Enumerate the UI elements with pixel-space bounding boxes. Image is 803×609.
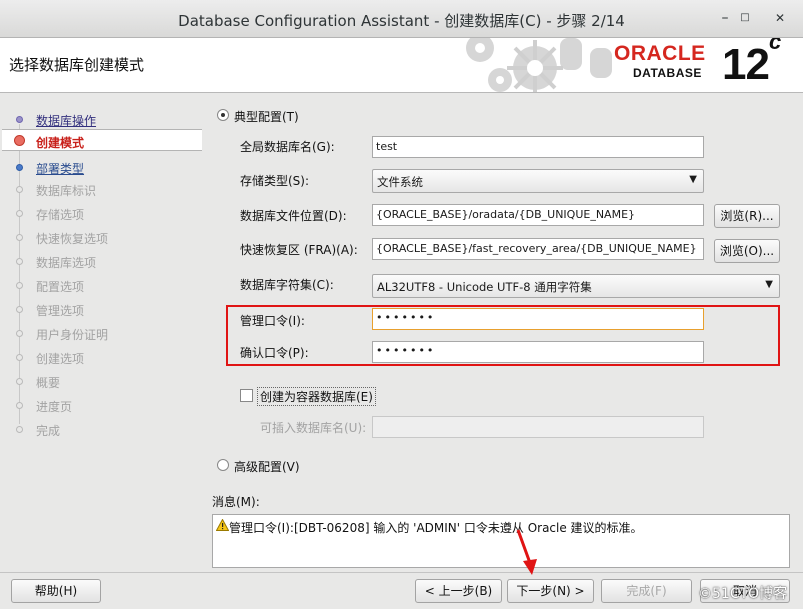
header-banner: 选择数据库创建模式 ORACLE DATABASE 12c — [0, 38, 803, 93]
step-pending-icon — [16, 234, 23, 241]
steps-sidebar: 数据库操作 创建模式 部署类型 数据库标识 存储选项 快速恢复选项 数据库选项 … — [2, 98, 202, 568]
step-pending-icon — [16, 186, 23, 193]
step-pending-icon — [16, 402, 23, 409]
fra-label: 快速恢复区 (FRA)(A): — [240, 243, 358, 257]
sidebar-step-database-identification: 数据库标识 — [2, 178, 202, 200]
dropdown-arrow-icon: ▼ — [689, 174, 697, 185]
oracle-logo: ORACLE DATABASE — [614, 42, 706, 80]
typical-config-radio[interactable] — [217, 109, 229, 121]
sidebar-step-database-options: 数据库选项 — [2, 250, 202, 272]
annotation-arrow-icon — [516, 529, 537, 575]
sidebar-step-creation-options: 创建选项 — [2, 346, 202, 368]
step-label: 存储选项 — [36, 208, 85, 222]
maximize-button[interactable]: □ — [735, 8, 755, 28]
footer-divider — [0, 572, 803, 573]
global-db-name-input[interactable]: test — [372, 136, 704, 158]
pdb-name-input[interactable] — [372, 416, 704, 438]
storage-type-label: 存储类型(S): — [240, 174, 310, 188]
help-button[interactable]: 帮助(H) — [11, 579, 101, 603]
step-label: 创建模式 — [36, 136, 85, 150]
message-text: 管理口令(I):[DBT-06208] 输入的 'ADMIN' 口令未遵从 Or… — [229, 521, 643, 535]
sidebar-step-summary: 概要 — [2, 370, 202, 392]
sidebar-step-database-operation[interactable]: 数据库操作 — [2, 108, 202, 130]
sidebar-step-configuration-options: 配置选项 — [2, 274, 202, 296]
version-number: 12 — [722, 40, 770, 89]
gears-graphic-icon — [466, 38, 612, 92]
charset-label: 数据库字符集(C): — [240, 278, 334, 292]
confirm-password-input[interactable]: ••••••• — [372, 341, 704, 363]
sidebar-step-progress: 进度页 — [2, 394, 202, 416]
typical-config-label[interactable]: 典型配置(T) — [234, 108, 299, 125]
back-button[interactable]: < 上一步(B) — [415, 579, 502, 603]
db-file-location-input[interactable]: {ORACLE_BASE}/oradata/{DB_UNIQUE_NAME} — [372, 204, 704, 226]
version-badge: 12c — [722, 38, 781, 90]
admin-password-input[interactable]: ••••••• — [372, 308, 704, 330]
watermark: ©51CTO博客 — [698, 586, 788, 602]
step-label: 数据库标识 — [36, 184, 97, 198]
sidebar-step-finish: 完成 — [2, 418, 202, 440]
sidebar-step-user-credentials: 用户身份证明 — [2, 322, 202, 344]
step-label: 部署类型 — [36, 162, 85, 176]
step-label: 用户身份证明 — [36, 328, 109, 342]
step-pending-icon — [16, 306, 23, 313]
step-label: 进度页 — [36, 400, 73, 414]
sidebar-step-creation-mode[interactable]: 创建模式 — [2, 129, 202, 151]
sidebar-step-deployment-type[interactable]: 部署类型 — [2, 156, 202, 178]
step-pending-icon — [16, 258, 23, 265]
sidebar-step-management-options: 管理选项 — [2, 298, 202, 320]
minimize-button[interactable]: – — [715, 8, 735, 28]
step-done-icon — [16, 116, 23, 123]
sidebar-step-storage-options: 存储选项 — [2, 202, 202, 224]
step-label: 概要 — [36, 376, 61, 390]
db-file-location-label: 数据库文件位置(D): — [240, 209, 347, 223]
step-active-icon — [14, 135, 25, 146]
step-pending-icon — [16, 330, 23, 337]
charset-value: AL32UTF8 - Unicode UTF-8 通用字符集 — [377, 280, 592, 294]
charset-select[interactable]: AL32UTF8 - Unicode UTF-8 通用字符集 ▼ — [372, 274, 780, 298]
sidebar-step-fast-recovery: 快速恢复选项 — [2, 226, 202, 248]
step-label: 完成 — [36, 424, 61, 438]
pdb-name-label: 可插入数据库名(U): — [260, 421, 367, 435]
step-label: 创建选项 — [36, 352, 85, 366]
step-pending-icon — [16, 282, 23, 289]
dropdown-arrow-icon: ▼ — [765, 279, 773, 290]
browse-r-button[interactable]: 浏览(R)... — [714, 204, 780, 228]
storage-type-select[interactable]: 文件系统 ▼ — [372, 169, 704, 193]
main-panel: 典型配置(T) 全局数据库名(G): test 存储类型(S): 文件系统 ▼ … — [206, 98, 803, 568]
page-title: 选择数据库创建模式 — [9, 56, 145, 74]
window-title: Database Configuration Assistant - 创建数据库… — [178, 12, 625, 30]
fra-input[interactable]: {ORACLE_BASE}/fast_recovery_area/{DB_UNI… — [372, 238, 704, 260]
container-db-checkbox[interactable] — [240, 389, 253, 402]
browse-o-button[interactable]: 浏览(O)... — [714, 239, 780, 263]
version-suffix: c — [768, 38, 781, 55]
step-label: 数据库选项 — [36, 256, 97, 270]
global-db-name-label: 全局数据库名(G): — [240, 140, 335, 154]
step-label: 快速恢复选项 — [36, 232, 109, 246]
finish-button: 完成(F) — [601, 579, 692, 603]
advanced-config-label[interactable]: 高级配置(V) — [234, 458, 300, 475]
step-pending-icon — [16, 426, 23, 433]
step-next-icon — [16, 164, 23, 171]
step-label: 配置选项 — [36, 280, 85, 294]
step-pending-icon — [16, 354, 23, 361]
database-wordmark: DATABASE — [633, 66, 702, 80]
storage-type-value: 文件系统 — [377, 175, 423, 189]
window-titlebar: Database Configuration Assistant - 创建数据库… — [0, 0, 803, 38]
step-label: 管理选项 — [36, 304, 85, 318]
step-label: 数据库操作 — [36, 114, 97, 128]
next-button[interactable]: 下一步(N) > — [507, 579, 594, 603]
warning-icon — [216, 519, 229, 531]
admin-password-label: 管理口令(I): — [240, 314, 305, 328]
messages-label: 消息(M): — [212, 495, 260, 509]
confirm-password-label: 确认口令(P): — [240, 346, 309, 360]
close-button[interactable]: ✕ — [770, 8, 790, 28]
step-pending-icon — [16, 210, 23, 217]
step-pending-icon — [16, 378, 23, 385]
oracle-wordmark: ORACLE — [614, 42, 706, 65]
container-db-label[interactable]: 创建为容器数据库(E) — [257, 387, 376, 406]
advanced-config-radio[interactable] — [217, 459, 229, 471]
